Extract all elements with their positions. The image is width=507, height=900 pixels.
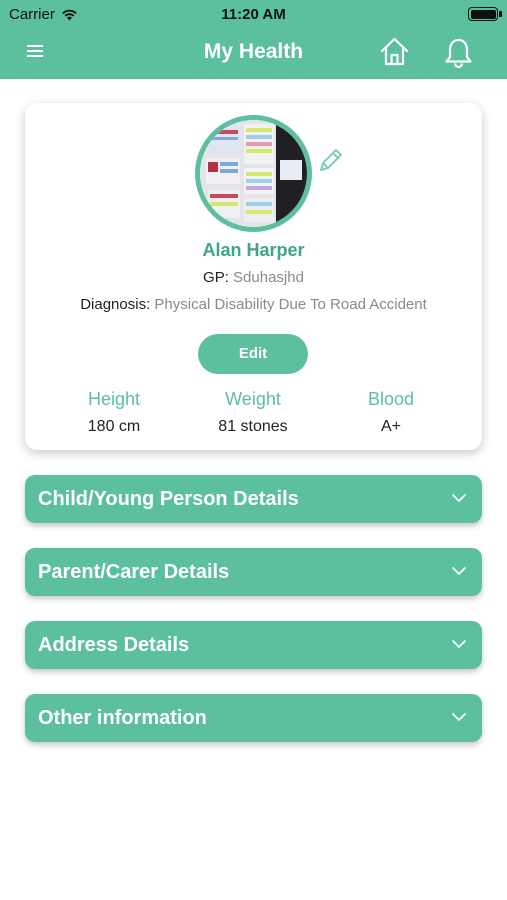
section-address[interactable]: Address Details [25,621,482,669]
diagnosis-label: Diagnosis: [80,296,151,313]
profile-card: Alan Harper GP: Sduhasjhd Diagnosis: Phy… [25,103,482,450]
stat-weight-value: 81 stones [218,418,288,435]
diagnosis-line: Diagnosis: Physical Disability Due To Ro… [25,296,482,313]
avatar[interactable] [195,115,312,232]
section-other-information[interactable]: Other information [25,694,482,742]
stat-blood-label: Blood [367,389,415,409]
bell-icon[interactable] [442,36,475,69]
home-icon[interactable] [378,35,411,68]
top-bar: Carrier 11:20 AM My Health [0,0,507,79]
section-label: Address Details [38,634,190,656]
chevron-down-icon [452,494,466,502]
section-parent-carer[interactable]: Parent/Carer Details [25,548,482,596]
pencil-icon[interactable] [316,145,346,175]
battery-icon [468,7,498,21]
stat-height: Height 180 cm [44,389,184,436]
status-bar: Carrier 11:20 AM [0,0,507,28]
gp-line: GP: Sduhasjhd [25,269,482,286]
section-label: Parent/Carer Details [38,561,230,583]
stat-height-value: 180 cm [87,418,141,435]
clock: 11:20 AM [221,6,286,23]
stat-weight: Weight 81 stones [183,389,323,436]
avatar-image [200,120,307,227]
stat-blood-value: A+ [380,418,401,435]
battery-tip [499,11,502,17]
stat-height-label: Height [87,389,141,409]
chevron-down-icon [452,567,466,575]
stat-blood: Blood A+ [321,389,461,436]
chevron-down-icon [452,713,466,721]
edit-button[interactable]: Edit [198,334,308,374]
section-child-young-person[interactable]: Child/Young Person Details [25,475,482,523]
section-label: Child/Young Person Details [38,488,299,510]
section-label: Other information [38,707,207,729]
page-title: My Health [203,40,304,63]
diagnosis-value: Physical Disability Due To Road Accident [154,296,427,313]
gp-value: Sduhasjhd [233,269,304,286]
chevron-down-icon [452,640,466,648]
profile-name: Alan Harper [202,240,305,260]
stat-weight-label: Weight [225,389,281,409]
gp-label: GP: [203,269,229,286]
